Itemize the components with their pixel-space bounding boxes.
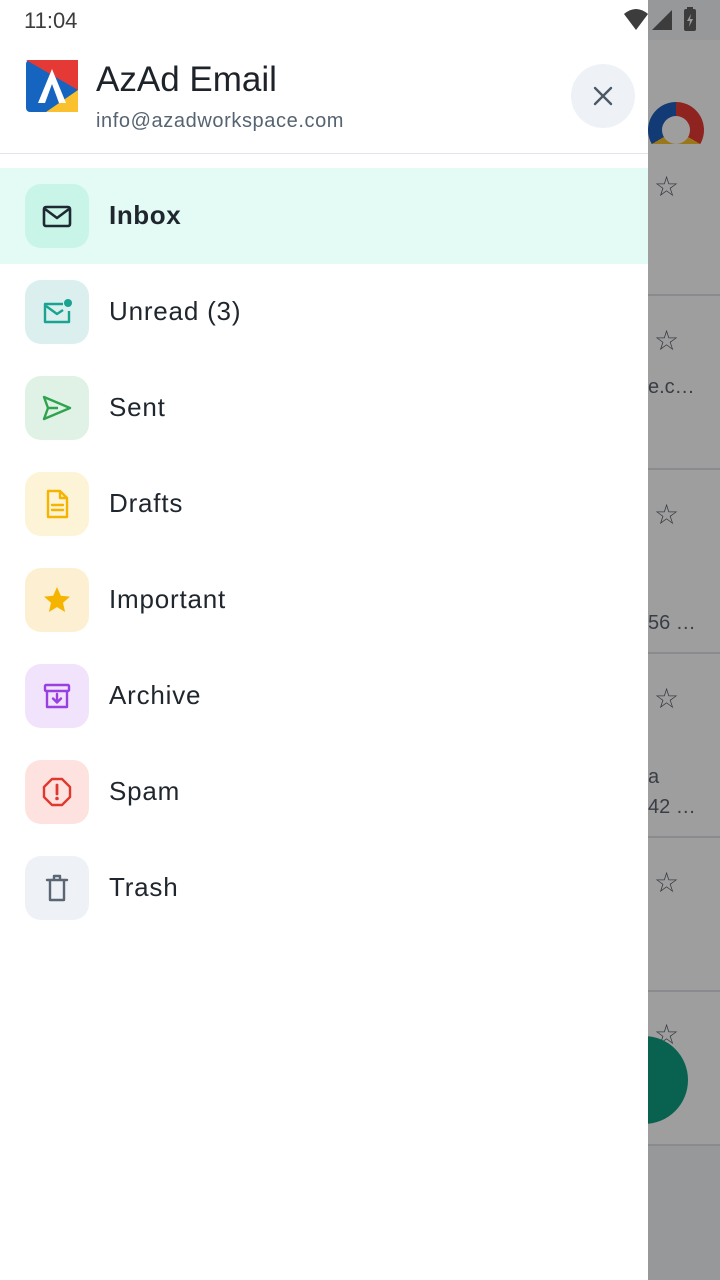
document-icon [46,489,69,519]
menu-item-sent[interactable]: Sent [0,360,648,456]
status-icons [624,7,696,31]
signal-icon [652,10,672,30]
menu-item-label: Unread (3) [109,296,242,326]
send-icon [42,395,72,421]
battery-icon [684,7,696,31]
star-icon [44,587,70,612]
wifi-icon [624,9,648,30]
mail-icon [42,205,72,228]
menu-item-label: Important [109,584,227,614]
menu-icon-box [25,280,89,344]
menu-item-trash[interactable]: Trash [0,840,648,936]
menu-item-unread[interactable]: Unread (3) [0,264,648,360]
menu-item-spam[interactable]: Spam [0,744,648,840]
menu-icon-box [25,856,89,920]
menu-item-label: Inbox [109,200,182,230]
menu-item-label: Trash [109,872,179,902]
menu-icon-box [25,760,89,824]
menu-item-important[interactable]: Important [0,552,648,648]
menu-item-label: Spam [109,776,181,806]
status-time: 11:04 [24,8,78,33]
menu-icon-box [25,568,89,632]
menu-icon-box [25,184,89,248]
mail-unread-icon [43,299,72,324]
app-logo-icon [26,60,78,112]
account-email: info@azadworkspace.com [96,110,345,132]
close-drawer-button[interactable] [571,64,635,128]
menu-item-label: Archive [109,680,202,710]
close-icon [593,86,613,106]
menu-icon-box [25,664,89,728]
status-bar: 11:04 [0,0,720,40]
menu-item-inbox[interactable]: Inbox [0,168,648,264]
menu-icon-box [25,472,89,536]
app-title: AzAd Email [96,60,277,99]
trash-icon [45,874,69,902]
menu-item-drafts[interactable]: Drafts [0,456,648,552]
menu-icon-box [25,376,89,440]
drawer-header: AzAd Email info@azadworkspace.com [0,40,648,154]
navigation-drawer: 11:04 AzAd Email info@azadworkspace.com [0,0,648,1280]
menu-item-label: Drafts [109,488,184,518]
menu-item-label: Sent [109,392,166,422]
spam-icon [42,777,72,807]
mailbox-menu: Inbox Unread (3) Sent Drafts Important A… [0,168,648,936]
archive-icon [43,683,71,709]
menu-item-archive[interactable]: Archive [0,648,648,744]
